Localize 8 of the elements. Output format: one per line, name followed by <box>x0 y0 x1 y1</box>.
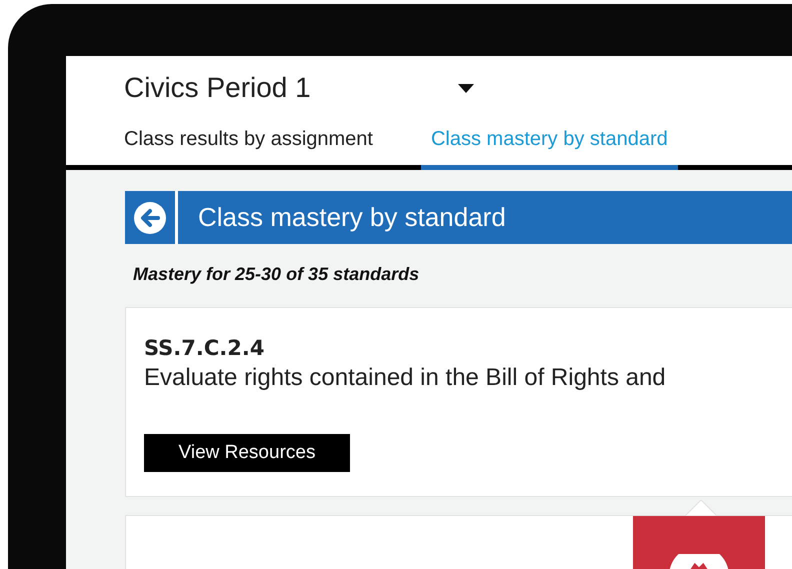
standard-description: Evaluate rights contained in the Bill of Rights and <box>144 364 667 392</box>
view-resources-button[interactable]: View Resources <box>144 434 350 472</box>
tab[interactable]: Class results by assignment <box>114 128 383 170</box>
standard-code: SS.7.C.2.4 <box>144 336 266 360</box>
class-dropdown[interactable]: Civics Period 1 <box>124 72 474 104</box>
standards-count: Mastery for 25-30 of 35 standards <box>132 263 420 286</box>
caret-icon <box>458 84 474 92</box>
section-title: Class mastery by standard <box>197 201 506 234</box>
